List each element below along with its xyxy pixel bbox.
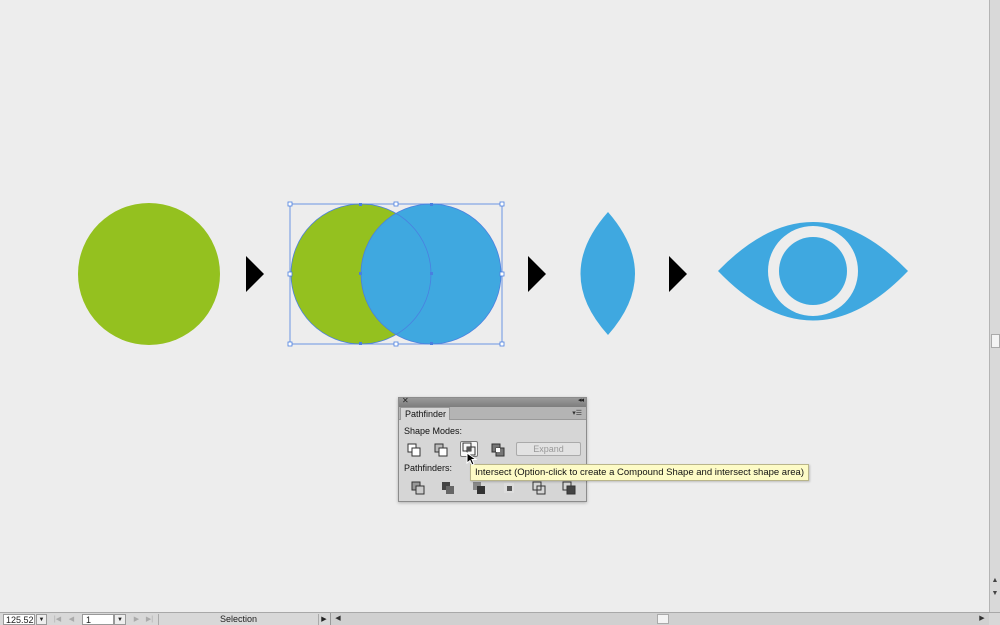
eye-icon[interactable] [718, 222, 908, 321]
minus-back-icon[interactable] [562, 481, 576, 495]
resize-handle[interactable] [499, 201, 505, 207]
artboard-canvas[interactable] [0, 0, 989, 612]
scroll-down-icon[interactable]: ▼ [990, 588, 1000, 599]
resize-handle[interactable] [287, 271, 293, 277]
artwork [78, 201, 908, 347]
scroll-left-icon[interactable]: ◀ [333, 613, 343, 625]
scroll-right-icon[interactable]: ▶ [977, 613, 987, 625]
pathfinders-label: Pathfinders: [404, 463, 453, 473]
next-page-icon[interactable]: ▶ [131, 614, 142, 625]
vertical-scroll-thumb[interactable] [991, 334, 1000, 348]
vertical-scrollbar[interactable]: ▲ ▼ [989, 0, 1000, 612]
exclude-icon[interactable] [491, 443, 505, 457]
resize-handle[interactable] [287, 341, 293, 347]
status-menu-icon[interactable]: ▶ [318, 614, 329, 625]
status-tool-label[interactable]: Selection [158, 614, 318, 625]
arrow-right-icon [669, 256, 687, 292]
status-bar: 125.52 ▼ |◀ ◀ 1 ▼ ▶ ▶| Selection ▶ ◀ ▶ [0, 612, 1000, 625]
trim-icon[interactable] [441, 481, 455, 495]
cursor-icon [466, 452, 478, 466]
resize-handle[interactable] [499, 341, 505, 347]
divide-icon[interactable] [411, 481, 425, 495]
collapse-icon[interactable]: ◂◂ [578, 396, 584, 404]
panel-tabbar: Pathfinder ▾☰ [399, 407, 586, 420]
first-page-icon[interactable]: |◀ [52, 614, 63, 625]
horizontal-scroll-thumb[interactable] [657, 614, 669, 624]
green-circle[interactable] [78, 203, 220, 345]
arrow-right-icon [528, 256, 546, 292]
chevron-down-icon[interactable]: ▼ [114, 614, 126, 625]
page-field[interactable]: 1 [82, 614, 114, 625]
last-page-icon[interactable]: ▶| [144, 614, 155, 625]
pathfinder-panel: ✕ ◂◂ Pathfinder ▾☰ Shape Modes: Expand P… [398, 396, 587, 502]
prev-page-icon[interactable]: ◀ [66, 614, 77, 625]
horizontal-scrollbar[interactable]: ◀ ▶ [330, 613, 989, 625]
panel-titlebar[interactable]: ✕ ◂◂ [399, 396, 586, 407]
chevron-down-icon[interactable]: ▼ [36, 614, 47, 625]
tooltip: Intersect (Option-click to create a Comp… [470, 464, 809, 481]
panel-menu-icon[interactable]: ▾☰ [572, 407, 582, 420]
resize-handle[interactable] [393, 201, 399, 207]
expand-button[interactable]: Expand [516, 442, 581, 456]
merge-icon[interactable] [472, 481, 486, 495]
resize-handle[interactable] [499, 271, 505, 277]
scroll-up-icon[interactable]: ▲ [990, 575, 1000, 586]
overlapping-circles[interactable] [290, 203, 502, 345]
shape-modes-label: Shape Modes: [404, 426, 463, 436]
resize-handle[interactable] [393, 341, 399, 347]
outline-icon[interactable] [532, 481, 546, 495]
arrow-right-icon [246, 256, 264, 292]
crop-icon[interactable] [502, 481, 516, 495]
zoom-field[interactable]: 125.52 [3, 614, 35, 625]
unite-icon[interactable] [407, 443, 421, 457]
minus-front-icon[interactable] [434, 443, 448, 457]
lens-shape[interactable] [580, 212, 636, 335]
close-icon[interactable]: ✕ [402, 396, 409, 405]
tab-pathfinder[interactable]: Pathfinder [400, 407, 450, 420]
resize-handle[interactable] [287, 201, 293, 207]
